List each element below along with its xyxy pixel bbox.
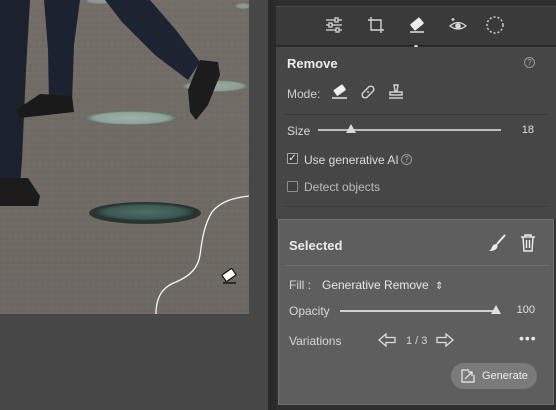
trash-icon[interactable] [520,234,536,255]
generate-label: Generate [482,370,528,382]
edit-panel: Remove ? Mode: Size 18 ✓ Use generative … [276,0,556,410]
red-eye-icon[interactable] [446,14,470,36]
divider-line [285,265,549,266]
sliders-icon[interactable] [322,14,346,36]
previous-variation-icon[interactable] [377,332,397,348]
divider-line [284,114,548,115]
remove-title: Remove [287,56,338,71]
brush-icon[interactable] [489,234,507,255]
dropdown-caret-icon: ⇕ [435,281,444,292]
next-variation-icon[interactable] [435,332,455,348]
opacity-value[interactable]: 100 [503,304,535,316]
size-label: Size [287,124,311,138]
remove-section: Remove ? Mode: Size 18 ✓ Use generative … [276,47,556,219]
opacity-label: Opacity [289,304,330,318]
fill-dropdown[interactable]: Generative Remove ⇕ [322,278,443,292]
generate-icon [461,369,475,383]
photo-canvas-area[interactable] [0,0,268,410]
more-options-icon[interactable]: ••• [519,331,537,345]
detect-objects-label[interactable]: Detect objects [304,180,380,194]
variation-counter: 1 / 3 [406,335,428,347]
selected-section: Selected Fill : Generative Remove ⇕ Opac… [278,219,554,405]
photo-image [0,0,249,314]
selected-title: Selected [289,238,343,253]
size-value[interactable]: 18 [502,124,534,136]
fill-dropdown-value: Generative Remove [322,278,429,292]
generate-button[interactable]: Generate [451,363,537,389]
crop-icon[interactable] [364,14,388,36]
use-generative-ai-checkbox[interactable]: ✓ [287,153,298,164]
generative-ai-help-icon[interactable]: ? [401,154,412,165]
tool-strip [276,6,556,49]
clone-mode-icon[interactable] [385,81,407,103]
eraser-icon[interactable] [405,14,429,36]
mode-label: Mode: [287,87,321,101]
opacity-slider-thumb[interactable] [491,305,501,314]
heal-mode-icon[interactable] [357,81,379,103]
divider-line [284,206,548,207]
size-slider-thumb[interactable] [345,124,356,133]
opacity-slider-track[interactable] [340,310,496,312]
eraser-cursor-icon [221,268,237,284]
variations-label: Variations [289,334,342,348]
remove-help-icon[interactable]: ? [524,57,535,68]
use-generative-ai-label[interactable]: Use generative AI [304,153,399,167]
checkmark-icon: ✓ [288,152,297,164]
panel-divider[interactable] [268,0,276,410]
photo-canvas[interactable] [0,0,249,314]
detect-objects-checkbox[interactable] [287,181,298,192]
remove-mode-icon[interactable] [329,81,351,103]
fill-label: Fill : [289,278,311,292]
masking-icon[interactable] [483,14,507,36]
